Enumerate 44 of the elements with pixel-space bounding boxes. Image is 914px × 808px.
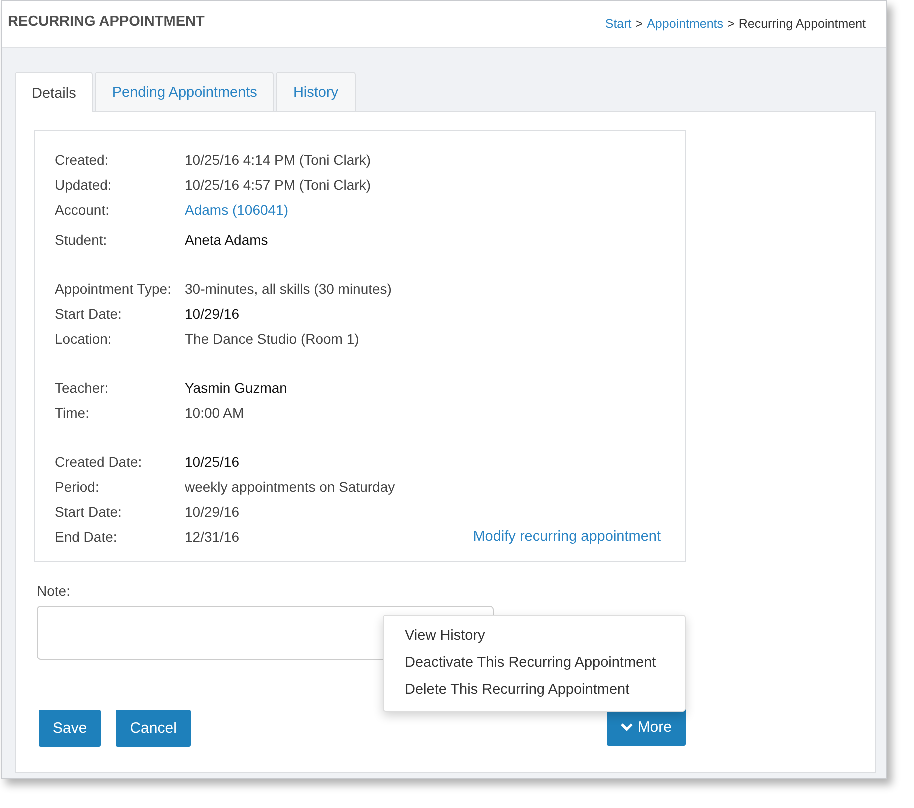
field-value: 10/25/16 4:14 PM (Toni Clark) — [185, 152, 371, 168]
breadcrumb-current: Recurring Appointment — [738, 17, 866, 31]
tab[interactable]: Pending Appointments — [95, 72, 274, 111]
field-label: Updated: — [55, 176, 113, 192]
note-label: Note: — [37, 583, 72, 599]
field-label: Created Date: — [55, 454, 144, 470]
field-value: 10/25/16 4:57 PM (Toni Clark) — [185, 176, 371, 192]
field-value: Yasmin Guzman — [185, 380, 288, 396]
field-label: Start Date: — [55, 306, 123, 322]
field-label: Period: — [55, 478, 100, 494]
field-value: 10/29/16 — [185, 306, 240, 322]
field-value: 10/29/16 — [185, 504, 240, 520]
field-value: weekly appointments on Saturday — [185, 478, 396, 494]
breadcrumb-link[interactable]: Appointments — [647, 17, 724, 31]
account-link[interactable]: Adams (106041) — [185, 202, 289, 218]
field-value: 10/25/16 — [185, 454, 240, 470]
menu-item[interactable]: Delete This Recurring Appointment — [384, 677, 685, 704]
field-label: Time: — [55, 404, 90, 420]
field-label: Location: — [55, 330, 113, 346]
action-button[interactable]: Cancel — [116, 710, 191, 747]
menu-item[interactable]: View History — [384, 623, 685, 650]
chevron-icon — [620, 722, 633, 732]
field-label: Start Date: — [55, 504, 123, 520]
menu-item[interactable]: Deactivate This Recurring Appointment — [384, 650, 685, 677]
field-label: Teacher: — [55, 380, 110, 396]
field-value: 12/31/16 — [185, 528, 240, 544]
field-value: 10:00 AM — [185, 404, 244, 420]
field-value: The Dance Studio (Room 1) — [185, 330, 360, 346]
field-label: Student: — [55, 232, 108, 248]
page-title: RECURRING APPOINTMENT — [8, 14, 205, 30]
modify-link[interactable]: Modify recurring appointment — [473, 528, 661, 544]
field-value: 30-minutes, all skills (30 minutes) — [185, 280, 392, 296]
action-button[interactable]: Save — [39, 710, 102, 747]
field-label: Created: — [55, 152, 110, 168]
tab[interactable]: Details — [15, 72, 94, 112]
breadcrumb-link[interactable]: Start — [605, 17, 632, 31]
field-label: End Date: — [55, 528, 118, 544]
tab[interactable]: History — [276, 72, 356, 111]
breadcrumb-separator: > — [728, 17, 735, 31]
field-label: Account: — [55, 202, 110, 218]
field-value: Aneta Adams — [185, 232, 268, 248]
more-button[interactable]: More — [606, 708, 686, 746]
field-label: Appointment Type: — [55, 280, 172, 296]
breadcrumb-separator: > — [636, 17, 644, 31]
